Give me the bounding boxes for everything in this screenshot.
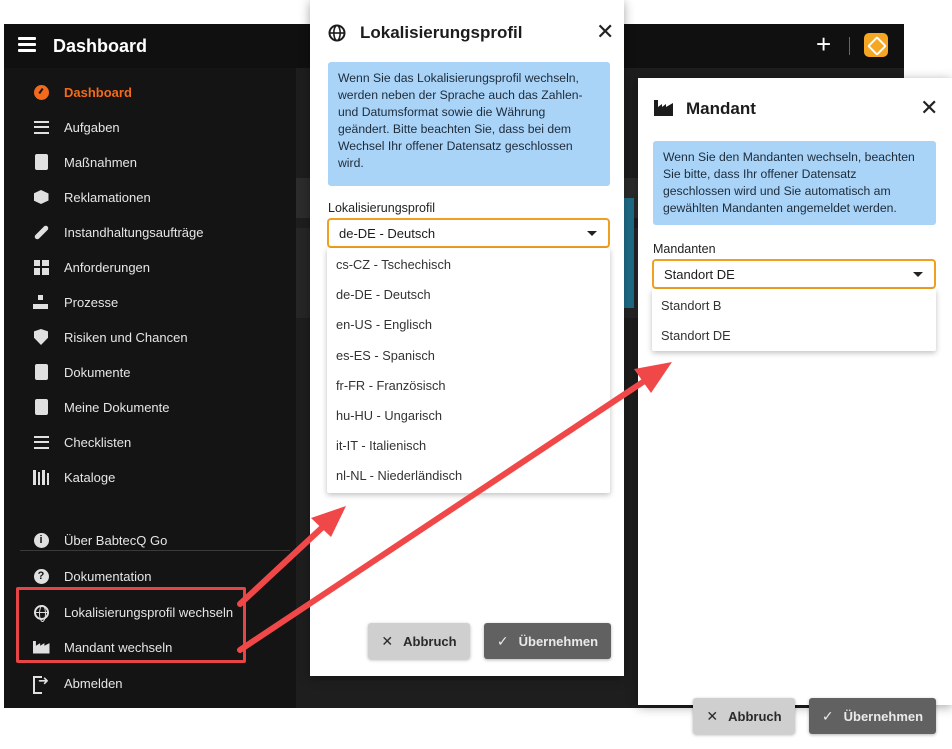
apply-button[interactable]: ✓ Übernehmen xyxy=(484,623,611,659)
sidebar-item-label: Dashboard xyxy=(64,84,132,100)
close-icon: ✕ xyxy=(706,707,719,724)
locale-dropdown: cs-CZ - Tschechisch de-DE - Deutsch en-U… xyxy=(327,248,610,493)
dropdown-option[interactable]: hu-HU - Ungarisch xyxy=(327,400,610,430)
select-value: de-DE - Deutsch xyxy=(339,225,436,241)
dropdown-option[interactable]: fr-FR - Französisch xyxy=(327,370,610,400)
sidebar-item-aufgaben[interactable]: Aufgaben xyxy=(4,113,296,141)
info-icon: i xyxy=(32,531,50,549)
sidebar-item-documentation[interactable]: ? Dokumentation xyxy=(4,562,296,590)
sidebar-item-label: Über BabtecQ Go xyxy=(64,532,168,548)
sidebar-item-about[interactable]: i Über BabtecQ Go xyxy=(4,526,296,554)
close-icon: ✕ xyxy=(381,632,394,649)
sidebar-item-label: Aufgaben xyxy=(64,119,120,135)
dropdown-option[interactable]: Standort B xyxy=(652,290,936,320)
sidebar-item-label: Instandhaltungsaufträge xyxy=(64,224,204,240)
tenant-select[interactable]: Standort DE xyxy=(652,259,936,289)
info-message: Wenn Sie den Mandanten wechseln, beachte… xyxy=(653,141,936,225)
sidebar-item-prozesse[interactable]: Prozesse xyxy=(4,288,296,316)
sidebar-item-label: Anforderungen xyxy=(64,259,151,275)
button-label: Übernehmen xyxy=(843,708,924,724)
button-label: Abbruch xyxy=(403,633,457,649)
sidebar-item-meine-dokumente[interactable]: Meine Dokumente xyxy=(4,393,296,421)
sidebar-item-label: Maßnahmen xyxy=(64,154,137,170)
add-icon[interactable]: + xyxy=(816,31,831,57)
toolbar-divider xyxy=(849,37,850,55)
factory-icon xyxy=(654,100,673,121)
sidebar-item-checklisten[interactable]: Checklisten xyxy=(4,428,296,456)
document-check-icon xyxy=(32,363,50,381)
clipboard-icon xyxy=(32,153,50,171)
tenant-dialog: Mandant ✕ Wenn Sie den Mandanten wechsel… xyxy=(638,78,952,734)
sidebar-item-label: Kataloge xyxy=(64,469,116,485)
sidebar-item-label: Abmelden xyxy=(64,675,123,691)
sidebar-item-anforderungen[interactable]: Anforderungen xyxy=(4,253,296,281)
sidebar-item-label: Checklisten xyxy=(64,434,132,450)
button-label: Übernehmen xyxy=(518,633,599,649)
box-icon xyxy=(32,188,50,206)
cancel-button[interactable]: ✕ Abbruch xyxy=(368,623,470,659)
field-label: Lokalisierungsprofil xyxy=(328,201,436,215)
dropdown-option[interactable]: Standort DE xyxy=(652,320,936,350)
locale-select[interactable]: de-DE - Deutsch xyxy=(327,218,610,248)
checklist-icon xyxy=(32,433,50,451)
chevron-down-icon xyxy=(913,272,923,277)
dropdown-option[interactable]: es-ES - Spanisch xyxy=(327,340,610,370)
sidebar-item-dashboard[interactable]: Dashboard xyxy=(4,78,296,106)
dropdown-option[interactable]: nl-NL - Niederländisch xyxy=(327,460,610,490)
wrench-icon xyxy=(32,223,50,241)
sidebar-item-reklamationen[interactable]: Reklamationen xyxy=(4,183,296,211)
dropdown-option[interactable]: de-DE - Deutsch xyxy=(327,279,610,309)
sidebar-item-dokumente[interactable]: Dokumente xyxy=(4,358,296,386)
dropdown-option[interactable]: it-IT - Italienisch xyxy=(327,430,610,460)
shield-icon xyxy=(32,328,50,346)
dropdown-option[interactable]: cs-CZ - Tschechisch xyxy=(327,249,610,279)
sidebar-item-label: Prozesse xyxy=(64,294,119,310)
page-title: Dashboard xyxy=(53,36,148,56)
close-icon[interactable]: ✕ xyxy=(596,21,614,43)
button-label: Abbruch xyxy=(728,708,782,724)
menu-icon[interactable] xyxy=(18,37,36,52)
requirements-icon xyxy=(32,258,50,276)
close-icon[interactable]: ✕ xyxy=(920,97,938,119)
tasks-icon xyxy=(32,118,50,136)
dialog-title: Lokalisierungsprofil xyxy=(360,23,523,42)
sidebar-item-risiken[interactable]: Risiken und Chancen xyxy=(4,323,296,351)
sidebar-item-label: Reklamationen xyxy=(64,189,151,205)
dashboard-icon xyxy=(32,83,50,101)
chevron-down-icon xyxy=(587,231,597,236)
sidebar-item-kataloge[interactable]: Kataloge xyxy=(4,463,296,491)
highlight-box xyxy=(16,587,246,663)
app-logo-icon[interactable] xyxy=(864,33,888,57)
books-icon xyxy=(32,468,50,486)
sitemap-icon xyxy=(32,293,50,311)
field-label: Mandanten xyxy=(653,242,716,256)
help-icon: ? xyxy=(32,567,50,585)
sidebar-item-label: Dokumentation xyxy=(64,568,152,584)
tenant-dropdown: Standort B Standort DE xyxy=(652,289,936,351)
locale-dialog: Lokalisierungsprofil ✕ Wenn Sie das Loka… xyxy=(310,0,624,676)
sidebar-item-logout[interactable]: Abmelden xyxy=(4,669,296,697)
info-message: Wenn Sie das Lokalisierungsprofil wechse… xyxy=(328,62,610,186)
sidebar-item-instandhaltung[interactable]: Instandhaltungsaufträge xyxy=(4,218,296,246)
dropdown-option[interactable]: en-US - Englisch xyxy=(327,309,610,339)
apply-button[interactable]: ✓ Übernehmen xyxy=(809,698,936,734)
sidebar-item-label: Risiken und Chancen xyxy=(64,329,188,345)
globe-icon xyxy=(328,24,346,47)
cancel-button[interactable]: ✕ Abbruch xyxy=(693,698,795,734)
sidebar-item-label: Meine Dokumente xyxy=(64,399,170,415)
check-icon: ✓ xyxy=(821,707,834,724)
document-user-icon xyxy=(32,398,50,416)
check-icon: ✓ xyxy=(496,632,509,649)
sidebar-item-label: Dokumente xyxy=(64,364,131,380)
sidebar-item-massnahmen[interactable]: Maßnahmen xyxy=(4,148,296,176)
logout-icon xyxy=(32,673,50,694)
select-value: Standort DE xyxy=(664,266,735,282)
dialog-title: Mandant xyxy=(686,99,756,118)
